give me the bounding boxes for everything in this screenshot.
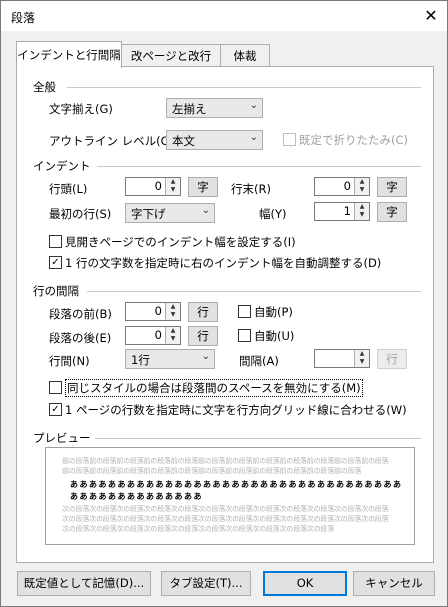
preview-next-line: 次の段落次の段落次の段落次の段落次の段落次の段落次の段落次の段落次の段落次の段落 [62,525,334,533]
divider [87,291,421,292]
space-after-spinner[interactable]: 0 ▲ ▼ [125,326,181,345]
spacing-at-unit-button[interactable]: 行 [377,349,407,369]
first-line-value: 字下げ [131,207,166,221]
mirror-indent-checkbox[interactable] [49,235,62,248]
line-spacing-value: 1行 [131,353,150,367]
space-before-spinner[interactable]: 0 ▲ ▼ [125,302,181,321]
divider [67,87,421,88]
collapse-checkbox[interactable] [283,133,296,146]
indent-right-unit-button[interactable]: 字 [377,177,407,197]
spinner-arrows-icon[interactable]: ▲ ▼ [354,203,369,220]
alignment-label: 文字揃え(G) [49,102,113,116]
space-after-label: 段落の後(E) [49,331,112,345]
spacing-at-label: 間隔(A) [239,354,279,368]
spinner-arrows-icon[interactable]: ▲ ▼ [165,327,180,344]
indent-width-label: 幅(Y) [259,207,287,221]
indent-left-spinner[interactable]: 0 ▲ ▼ [125,177,181,196]
preview-prev-line: 前の段落前の段落前の段落前の段落前の段落前の段落前の段落前の段落前の段落前の段落… [62,467,362,475]
cancel-button[interactable]: キャンセル [353,571,435,596]
auto-adjust-label: 1 行の文字数を指定時に右のインデント幅を自動調整する(D) [65,256,382,270]
tab-page-break[interactable]: 改ページと改行 [121,44,221,67]
divider [97,166,421,167]
preview-next-line: 次の段落次の段落次の段落次の段落次の段落次の段落次の段落次の段落次の段落次の段落… [62,505,389,513]
space-after-value: 0 [154,328,162,342]
mirror-indent-label: 見開きページでのインデント幅を設定する(I) [65,235,296,249]
spinner-arrows-icon[interactable]: ▲ ▼ [165,303,180,320]
spinner-arrows-icon[interactable]: ▲ ▼ [165,178,180,195]
snap-grid-label: 1 ページの行数を指定時に文字を行方向グリッド線に合わせる(W) [65,403,407,417]
auto-before-checkbox[interactable] [238,305,251,318]
indent-left-unit-button[interactable]: 字 [188,177,218,197]
collapse-label: 既定で折りたたみ(C) [299,133,409,147]
auto-adjust-checkbox[interactable]: ✓ [49,256,62,269]
space-before-value: 0 [154,304,162,318]
set-as-default-button[interactable]: 既定値として記憶(D)... [17,571,151,596]
tab-indent-spacing[interactable]: インデントと行間隔 [16,41,122,68]
paragraph-dialog: 段落 ✕ インデントと行間隔 改ページと改行 体裁 全般 文字揃え(G) 左揃え… [0,0,448,607]
preview-sample-line: ああああああああああああああ [70,492,203,501]
preview-prev-line: 前の段落前の段落前の段落前の段落前の段落前の段落前の段落前の段落前の段落前の段落… [62,457,389,465]
auto-after-checkbox[interactable] [238,329,251,342]
space-after-unit-button[interactable]: 行 [188,326,218,346]
chevron-down-icon: ⌄ [201,351,210,362]
divider [95,438,421,439]
section-general: 全般 [33,80,56,94]
chevron-down-icon: ⌄ [249,132,258,143]
indent-right-value: 0 [343,179,351,193]
first-line-select[interactable]: 字下げ ⌄ [125,203,215,223]
space-before-unit-button[interactable]: 行 [188,302,218,322]
tab-layout[interactable]: 体裁 [220,44,270,67]
dialog-title: 段落 [11,11,36,25]
preview-pane: 前の段落前の段落前の段落前の段落前の段落前の段落前の段落前の段落前の段落前の段落… [45,447,415,545]
section-spacing: 行の間隔 [33,284,79,298]
indent-left-value: 0 [154,179,162,193]
chevron-down-icon: ⌄ [201,205,210,216]
indent-width-spinner[interactable]: 1 ▲ ▼ [314,202,370,221]
line-spacing-label: 行間(N) [49,354,90,368]
outline-level-select[interactable]: 本文 ⌄ [166,130,263,150]
no-space-same-style-checkbox[interactable] [49,381,62,394]
alignment-value: 左揃え [172,102,207,116]
indent-width-value: 1 [343,204,351,218]
indent-width-unit-button[interactable]: 字 [377,202,407,222]
first-line-label: 最初の行(S) [49,207,112,221]
no-space-same-style-label: 同じスタイルの場合は段落間のスペースを無効にする(M) [65,379,363,397]
section-preview: プレビュー [33,431,91,445]
close-icon[interactable]: ✕ [421,6,441,26]
auto-before-label: 自動(P) [254,305,293,319]
section-indent: インデント [33,159,91,173]
preview-next-line: 次の段落次の段落次の段落次の段落次の段落次の段落次の段落次の段落次の段落次の段落… [62,515,389,523]
alignment-select[interactable]: 左揃え ⌄ [166,98,263,118]
spinner-arrows-icon[interactable]: ▲ ▼ [354,350,369,367]
ok-button[interactable]: OK [263,571,347,596]
space-before-label: 段落の前(B) [49,307,112,321]
tabs-button[interactable]: タブ設定(T)... [161,571,251,596]
preview-sample-line: あああああああああああああああああああああああああああああああああああ [70,480,403,489]
spinner-arrows-icon[interactable]: ▲ ▼ [354,178,369,195]
outline-level-label: アウトライン レベル(O) [49,134,175,148]
snap-grid-checkbox[interactable]: ✓ [49,403,62,416]
chevron-down-icon: ⌄ [249,100,258,111]
line-spacing-select[interactable]: 1行 ⌄ [125,349,215,369]
indent-right-label: 行末(R) [231,182,271,196]
indent-left-label: 行頭(L) [49,182,88,196]
title-bar: 段落 ✕ [1,1,447,31]
auto-after-label: 自動(U) [254,329,295,343]
outline-level-value: 本文 [172,134,195,148]
spacing-at-spinner[interactable]: ▲ ▼ [314,349,370,368]
indent-right-spinner[interactable]: 0 ▲ ▼ [314,177,370,196]
